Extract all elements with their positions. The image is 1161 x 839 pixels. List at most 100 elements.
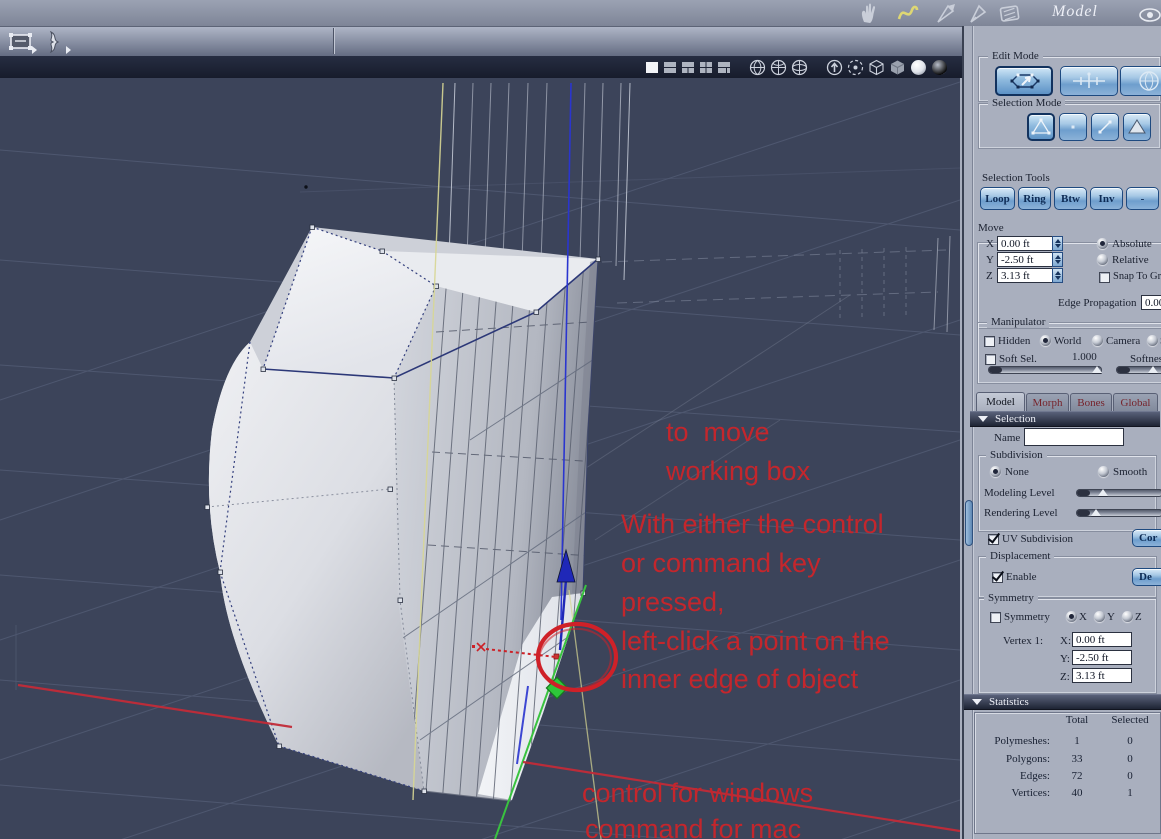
subdivision-none-radio[interactable] [990, 466, 1001, 477]
statistics-section-header[interactable]: Statistics [964, 694, 1161, 710]
minus-button[interactable]: - [1126, 187, 1159, 210]
layout-four-button[interactable] [699, 61, 713, 74]
snap-to-grid-checkbox[interactable] [1099, 272, 1110, 283]
move-y-field[interactable]: -2.50 ft [997, 252, 1053, 267]
film-tool-icon[interactable] [998, 2, 1022, 24]
edge-propagation-field[interactable]: 0.00 [1141, 295, 1161, 310]
layout-two-rows-button[interactable] [663, 61, 677, 74]
world-radio[interactable] [1040, 335, 1051, 346]
displacement-enable-checkbox[interactable] [992, 572, 1003, 583]
name-field[interactable] [1024, 428, 1124, 446]
tab-morph[interactable]: Morph [1026, 393, 1069, 411]
subdivision-smooth-radio[interactable] [1098, 466, 1109, 477]
edit-mode-uv-button[interactable] [1120, 66, 1161, 96]
pen-flag-tool-icon[interactable] [934, 2, 958, 24]
invert-button[interactable]: Inv [1090, 187, 1123, 210]
camera-radio[interactable] [1092, 335, 1103, 346]
panel-collapse-handle[interactable] [965, 500, 973, 546]
rendering-level-slider-thumb[interactable] [1091, 509, 1101, 516]
edit-mode-skeleton-button[interactable] [1060, 66, 1118, 96]
absolute-radio[interactable] [1097, 238, 1108, 249]
sphere-wire-persp-button[interactable] [791, 59, 808, 76]
layout-single-button[interactable] [645, 61, 659, 74]
soft-selection-value: 1.000 [1072, 351, 1097, 363]
soft-selection-checkbox[interactable] [985, 354, 996, 365]
ring-button[interactable]: Ring [1018, 187, 1051, 210]
shaded-sphere-button[interactable] [910, 59, 927, 76]
modeling-level-slider-thumb[interactable] [1098, 489, 1108, 496]
select-vertex-mode-button[interactable] [1027, 113, 1055, 141]
between-button[interactable]: Btw [1054, 187, 1087, 210]
displacement-detail-button[interactable]: De [1132, 568, 1161, 586]
point-mode-icon [1071, 125, 1075, 129]
skeleton-mode-icon [1073, 72, 1105, 88]
tool-dropdown-arrow[interactable] [66, 46, 71, 54]
tool-options-bar [0, 27, 962, 58]
sphere-wire-front-button[interactable] [770, 59, 787, 76]
move-z-field[interactable]: 3.13 ft [997, 268, 1053, 283]
symmetry-checkbox[interactable] [990, 612, 1001, 623]
move-x-spinner[interactable] [1052, 236, 1063, 251]
sphere-wire-top-button[interactable] [749, 59, 766, 76]
layout-one-two-button[interactable] [681, 61, 695, 74]
orbit-free-button[interactable] [847, 59, 864, 76]
vertex1-y-field[interactable]: -2.50 ft [1072, 650, 1132, 665]
textured-sphere-button[interactable] [931, 59, 948, 76]
soft-selection-slider[interactable] [988, 366, 1102, 374]
move-y-spinner[interactable] [1052, 252, 1063, 267]
edit-mode-object-button[interactable] [995, 66, 1053, 96]
symmetry-y-label: Y [1107, 611, 1115, 623]
vertex1-x-field[interactable]: 0.00 ft [1072, 632, 1132, 647]
world-label: World [1054, 335, 1082, 347]
viewport-3d-canvas[interactable] [0, 78, 960, 839]
collapse-arrow-icon[interactable] [978, 416, 988, 422]
rendering-level-slider[interactable] [1076, 509, 1161, 517]
uv-subdivision-checkbox[interactable] [988, 534, 999, 545]
collapse-arrow-icon[interactable] [972, 699, 982, 705]
symmetry-y-radio[interactable] [1094, 611, 1105, 622]
tab-global[interactable]: Global [1113, 393, 1158, 411]
statistics-header-label: Statistics [989, 696, 1029, 708]
stats-row-total: 40 [1071, 787, 1083, 799]
hidden-checkbox[interactable] [984, 336, 995, 347]
vertex1-z-field[interactable]: 3.13 ft [1072, 668, 1132, 683]
viewport-toolbar [0, 56, 962, 78]
curve-tool-icon[interactable] [896, 2, 920, 24]
selection-section-header[interactable]: Selection [970, 411, 1160, 427]
object-mode-icon [1010, 73, 1040, 89]
wireframe-cube-button[interactable] [868, 59, 885, 76]
eye-icon[interactable] [1138, 4, 1161, 26]
move-z-spinner[interactable] [1052, 268, 1063, 283]
tab-bones[interactable]: Bones [1070, 393, 1112, 411]
soft-selection-slider-thumb[interactable] [1092, 366, 1102, 373]
softness-slider[interactable] [1116, 366, 1161, 374]
uv-convert-button[interactable]: Cor [1132, 529, 1161, 547]
stats-row-selected: 0 [1127, 770, 1133, 782]
select-point-mode-button[interactable] [1059, 113, 1087, 141]
hand-tool-icon[interactable] [858, 2, 882, 24]
screen-radio[interactable] [1147, 335, 1158, 346]
tab-model[interactable]: Model [976, 392, 1025, 411]
name-label: Name [994, 432, 1021, 444]
deformer-tool-button[interactable] [44, 30, 71, 54]
move-x-field[interactable]: 0.00 ft [997, 236, 1053, 251]
softness-slider-thumb[interactable] [1148, 366, 1158, 373]
annotation-text: command for mac [585, 814, 802, 839]
solid-cube-button[interactable] [889, 59, 906, 76]
pen-tool-icon[interactable] [966, 2, 990, 24]
selection-tools-label: Selection Tools [982, 172, 1050, 184]
uv-mode-icon [1139, 71, 1159, 91]
selected-vertex[interactable] [553, 653, 560, 660]
symmetry-label: Symmetry [984, 592, 1038, 604]
bounding-box-tool-button[interactable] [8, 30, 37, 54]
layout-corner-button[interactable] [717, 61, 731, 74]
select-face-mode-button[interactable] [1123, 113, 1151, 141]
symmetry-z-radio[interactable] [1122, 611, 1133, 622]
loop-button[interactable]: Loop [980, 187, 1015, 210]
relative-radio[interactable] [1097, 254, 1108, 265]
tool-dropdown-arrow[interactable] [32, 46, 37, 54]
select-edge-mode-button[interactable] [1091, 113, 1119, 141]
modeling-level-slider[interactable] [1076, 489, 1161, 497]
orbit-up-button[interactable] [826, 59, 843, 76]
symmetry-x-radio[interactable] [1066, 611, 1077, 622]
